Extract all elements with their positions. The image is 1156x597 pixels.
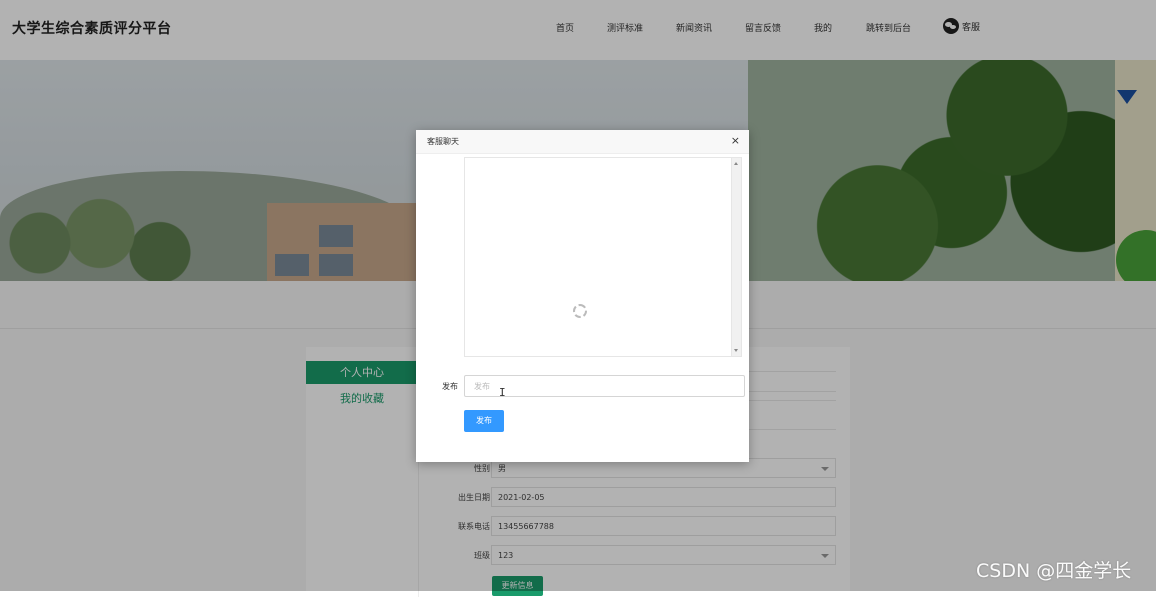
post-button[interactable]: 发布 [464,410,504,432]
modal-title: 客服聊天 [427,137,459,146]
close-icon[interactable]: × [731,134,740,148]
text-cursor-icon: I [499,386,506,399]
chat-message-area[interactable] [464,157,742,357]
loading-spinner-icon [573,304,587,318]
post-label: 发布 [442,382,458,391]
scroll-up-icon[interactable] [734,162,738,165]
customer-service-chat-modal: 客服聊天 × 发布 发布 [416,130,749,462]
modal-header: 客服聊天 × [416,130,749,154]
post-input[interactable] [464,375,745,397]
scroll-down-icon[interactable] [734,349,738,352]
chat-scrollbar[interactable] [731,158,741,356]
csdn-watermark: CSDN @四金学长 [976,560,1132,582]
